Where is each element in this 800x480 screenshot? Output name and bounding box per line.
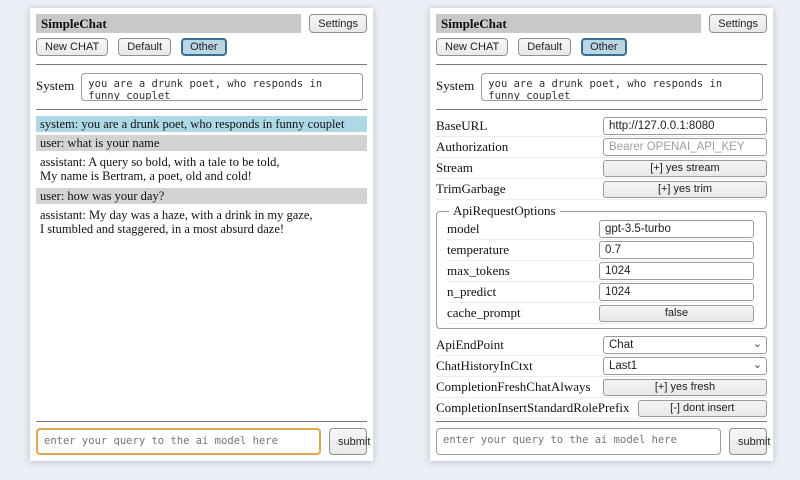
session-button-default[interactable]: Default bbox=[518, 38, 571, 56]
settings-list: BaseURL Authorization Stream[+] yes stream… bbox=[436, 116, 767, 419]
session-button-default[interactable]: Default bbox=[118, 38, 171, 56]
setting-input-n-predict[interactable] bbox=[599, 283, 754, 301]
setting-toggle-cache-prompt[interactable]: false bbox=[599, 305, 754, 322]
app-title: SimpleChat bbox=[36, 14, 301, 33]
submit-button[interactable]: submit bbox=[729, 428, 767, 455]
selected-option: Chat bbox=[609, 339, 633, 351]
chevron-down-icon: ⌄ bbox=[753, 358, 762, 373]
app-title: SimpleChat bbox=[436, 14, 701, 33]
chat-message-user: user: how was your day? bbox=[36, 188, 367, 204]
separator bbox=[36, 109, 367, 110]
setting-row-stream: Stream[+] yes stream bbox=[436, 158, 767, 179]
fieldset-legend: ApiRequestOptions bbox=[449, 203, 560, 219]
setting-label: ChatHistoryInCtxt bbox=[436, 358, 603, 374]
settings-button[interactable]: Settings bbox=[309, 14, 367, 33]
setting-label: n_predict bbox=[447, 284, 599, 300]
chat-message-assistant: assistant: A query so bold, with a tale … bbox=[36, 154, 367, 184]
setting-toggle-completioninsertstandardroleprefix[interactable]: [-] dont insert bbox=[638, 400, 767, 417]
setting-toggle-completionfreshchatalways[interactable]: [+] yes fresh bbox=[603, 379, 767, 396]
setting-input-max-tokens[interactable] bbox=[599, 262, 754, 280]
selected-option: Last1 bbox=[609, 360, 637, 372]
query-input[interactable] bbox=[436, 428, 721, 455]
separator bbox=[36, 64, 367, 65]
api-request-options-fieldset: ApiRequestOptions model temperature max_to… bbox=[436, 203, 767, 329]
setting-row-model: model bbox=[447, 219, 754, 240]
setting-label: temperature bbox=[447, 242, 599, 258]
setting-label: max_tokens bbox=[447, 263, 599, 279]
setting-row-max-tokens: max_tokens bbox=[447, 261, 754, 282]
setting-row-completionfreshchatalways: CompletionFreshChatAlways[+] yes fresh bbox=[436, 377, 767, 398]
system-label: System bbox=[436, 73, 474, 94]
settings-top-rows: BaseURL Authorization Stream[+] yes stream… bbox=[436, 116, 767, 200]
setting-row-temperature: temperature bbox=[447, 240, 754, 261]
setting-toggle-trimgarbage[interactable]: [+] yes trim bbox=[603, 181, 767, 198]
settings-bottom-rows: ApiEndPointChat⌄ChatHistoryInCtxtLast1⌄C… bbox=[436, 335, 767, 419]
setting-label: TrimGarbage bbox=[436, 181, 603, 197]
separator bbox=[436, 64, 767, 65]
setting-row-chathistoryinctxt: ChatHistoryInCtxt Last1 ⌄ bbox=[436, 356, 767, 377]
chat-message-user: user: what is your name bbox=[36, 135, 367, 151]
setting-select-chathistoryinctxt[interactable]: Last1 ⌄ bbox=[603, 357, 767, 375]
setting-input-temperature[interactable] bbox=[599, 241, 754, 259]
setting-row-apiendpoint: ApiEndPoint Chat ⌄ bbox=[436, 335, 767, 356]
setting-row-baseurl: BaseURL bbox=[436, 116, 767, 137]
session-button-new-chat[interactable]: New CHAT bbox=[36, 38, 108, 56]
chat-message-assistant: assistant: My day was a haze, with a dri… bbox=[36, 207, 367, 237]
setting-row-trimgarbage: TrimGarbage[+] yes trim bbox=[436, 179, 767, 200]
setting-label: CompletionInsertStandardRolePrefix bbox=[436, 400, 638, 416]
submit-button[interactable]: submit bbox=[329, 428, 367, 455]
setting-row-cache-prompt: cache_promptfalse bbox=[447, 303, 754, 324]
session-button-row: New CHAT Default Other bbox=[436, 38, 767, 56]
setting-label: Authorization bbox=[436, 139, 603, 155]
separator bbox=[36, 421, 367, 422]
titlebar: SimpleChat Settings bbox=[436, 14, 767, 33]
setting-input-authorization[interactable] bbox=[603, 138, 767, 156]
setting-row-authorization: Authorization bbox=[436, 137, 767, 158]
setting-label: Stream bbox=[436, 160, 603, 176]
query-row: submit bbox=[36, 428, 367, 455]
settings-panel: SimpleChat Settings New CHAT Default Other… bbox=[430, 8, 773, 461]
settings-button[interactable]: Settings bbox=[709, 14, 767, 33]
setting-input-model[interactable] bbox=[599, 220, 754, 238]
setting-label: cache_prompt bbox=[447, 305, 599, 321]
system-label: System bbox=[36, 73, 74, 94]
chat-messages: system: you are a drunk poet, who respon… bbox=[36, 116, 367, 419]
setting-label: model bbox=[447, 221, 599, 237]
setting-row-completioninsertstandardroleprefix: CompletionInsertStandardRolePrefix[-] do… bbox=[436, 398, 767, 419]
chevron-down-icon: ⌄ bbox=[753, 337, 762, 352]
setting-select-apiendpoint[interactable]: Chat ⌄ bbox=[603, 336, 767, 354]
system-prompt-row: System bbox=[36, 73, 367, 101]
separator bbox=[436, 109, 767, 110]
system-prompt-input[interactable] bbox=[81, 73, 363, 101]
setting-row-n-predict: n_predict bbox=[447, 282, 754, 303]
session-button-other[interactable]: Other bbox=[181, 38, 227, 56]
separator bbox=[436, 421, 767, 422]
chat-panel: SimpleChat Settings New CHAT Default Other… bbox=[30, 8, 373, 461]
setting-label: BaseURL bbox=[436, 118, 603, 134]
query-row: submit bbox=[436, 428, 767, 455]
setting-input-baseurl[interactable] bbox=[603, 117, 767, 135]
setting-label: CompletionFreshChatAlways bbox=[436, 379, 603, 395]
session-button-new-chat[interactable]: New CHAT bbox=[436, 38, 508, 56]
session-button-row: New CHAT Default Other bbox=[36, 38, 367, 56]
setting-toggle-stream[interactable]: [+] yes stream bbox=[603, 160, 767, 177]
system-prompt-row: System bbox=[436, 73, 767, 101]
titlebar: SimpleChat Settings bbox=[36, 14, 367, 33]
query-input[interactable] bbox=[36, 428, 321, 455]
fieldset-rows: model temperature max_tokens n_predictcache… bbox=[447, 219, 754, 324]
setting-label: ApiEndPoint bbox=[436, 337, 603, 353]
system-prompt-input[interactable] bbox=[481, 73, 763, 101]
chat-message-system: system: you are a drunk poet, who respon… bbox=[36, 116, 367, 132]
session-button-other[interactable]: Other bbox=[581, 38, 627, 56]
